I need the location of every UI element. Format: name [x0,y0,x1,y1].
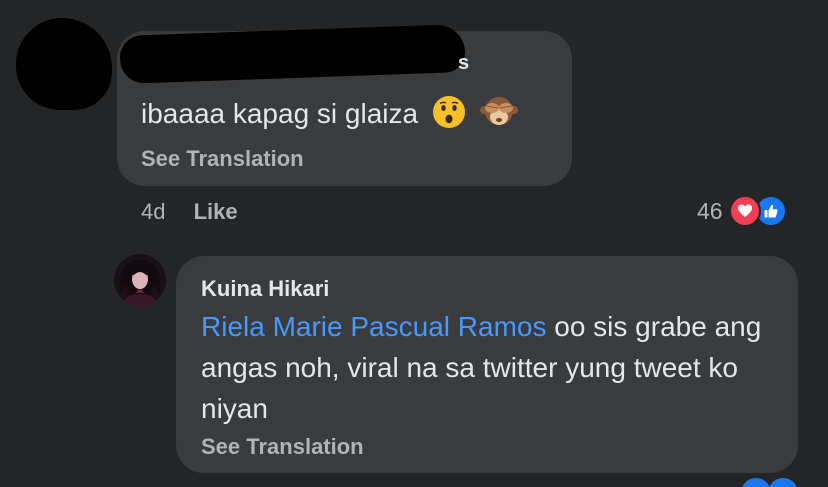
comment-timestamp[interactable]: 4d [141,199,165,224]
reaction-icon [768,478,798,487]
surprised-face-emoji [432,95,466,136]
reply-text: Riela Marie Pascual Ramos oo sis grabe a… [201,306,781,429]
author-name-visible-fragment: s [458,52,470,74]
see-translation-link[interactable]: See Translation [201,434,364,460]
reaction-icon [741,478,771,487]
reaction-summary[interactable]: 46 [697,193,787,229]
comment-thread: s ibaaaa kapag si glaiza See Translation… [0,0,828,487]
comment-actions: 4d Like [141,199,238,225]
love-reaction-icon [728,195,761,227]
avatar[interactable] [114,254,166,306]
reply-author-name[interactable]: Kuina Hikari [201,276,329,302]
see-no-evil-monkey-emoji [479,95,518,136]
reaction-count: 46 [697,197,723,224]
see-translation-link[interactable]: See Translation [141,146,304,172]
like-button[interactable]: Like [194,199,238,224]
mention-link[interactable]: Riela Marie Pascual Ramos [201,311,546,342]
comment-text: ibaaaa kapag si glaiza [141,95,518,136]
redacted-avatar [16,18,112,110]
comment-body: ibaaaa kapag si glaiza [141,97,419,129]
